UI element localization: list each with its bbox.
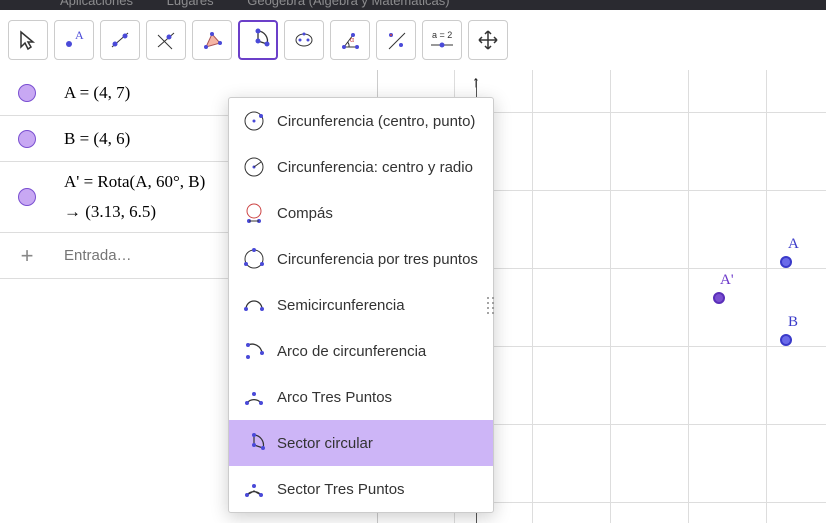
visibility-toggle[interactable] xyxy=(18,84,36,102)
perp-icon xyxy=(155,29,177,51)
point-icon: A xyxy=(63,29,85,51)
move-tool[interactable] xyxy=(8,20,48,60)
line-icon xyxy=(109,29,131,51)
dropdown-drag-handle[interactable] xyxy=(487,290,501,320)
topbar-title: Geogebra (Álgebra y Matemáticas) xyxy=(247,0,449,8)
svg-text:a = 2: a = 2 xyxy=(432,30,452,40)
menu-item-label: Arco Tres Puntos xyxy=(277,389,392,406)
menu-item-circle-three-points[interactable]: Circunferencia por tres puntos xyxy=(229,236,493,282)
polygon-icon xyxy=(201,29,223,51)
move-view-icon xyxy=(477,29,499,51)
point-tool[interactable]: A xyxy=(54,20,94,60)
menu-item-label: Circunferencia: centro y radio xyxy=(277,159,473,176)
menu-item-label: Circunferencia (centro, punto) xyxy=(277,113,475,130)
topbar-places[interactable]: Lugares xyxy=(167,0,214,8)
menu-item-label: Sector Tres Puntos xyxy=(277,481,405,498)
sector-three-points-icon xyxy=(241,476,267,502)
menu-item-label: Arco de circunferencia xyxy=(277,343,426,360)
add-button[interactable]: + xyxy=(0,243,54,269)
angle-icon: α xyxy=(339,29,361,51)
reflect-icon xyxy=(385,29,407,51)
menu-item-label: Semicircunferencia xyxy=(277,297,405,314)
ellipse-tool[interactable] xyxy=(284,20,324,60)
topbar-apps[interactable]: Aplicaciones xyxy=(60,0,133,8)
menu-item-sector[interactable]: Sector circular xyxy=(229,420,493,466)
cursor-icon xyxy=(17,29,39,51)
arc-icon xyxy=(241,338,267,364)
point-b[interactable] xyxy=(780,334,792,346)
ellipse-icon xyxy=(293,29,315,51)
circle-center-point-icon xyxy=(241,108,267,134)
visibility-toggle[interactable] xyxy=(18,188,36,206)
polygon-tool[interactable] xyxy=(192,20,232,60)
slider-tool[interactable]: a = 2 xyxy=(422,20,462,60)
svg-text:A: A xyxy=(75,29,84,42)
point-b-label: B xyxy=(788,314,798,331)
menu-item-circle-center-point[interactable]: Circunferencia (centro, punto) xyxy=(229,98,493,144)
line-tool[interactable] xyxy=(100,20,140,60)
point-a-label: A xyxy=(788,236,799,253)
menu-item-label: Circunferencia por tres puntos xyxy=(277,251,478,268)
system-topbar: Aplicaciones Lugares Geogebra (Álgebra y… xyxy=(0,0,826,10)
perpendicular-tool[interactable] xyxy=(146,20,186,60)
compass-icon xyxy=(241,200,267,226)
circle-three-points-icon xyxy=(241,246,267,272)
toolbar: A α a = 2 xyxy=(0,10,826,70)
menu-item-semicircle[interactable]: Semicircunferencia xyxy=(229,282,493,328)
y-axis-arrow: ↑ xyxy=(472,74,480,92)
semicircle-icon xyxy=(241,292,267,318)
menu-item-label: Compás xyxy=(277,205,333,222)
circle-center-radius-icon xyxy=(241,154,267,180)
transform-tool[interactable] xyxy=(376,20,416,60)
point-a[interactable] xyxy=(780,256,792,268)
angle-tool[interactable]: α xyxy=(330,20,370,60)
menu-item-arc[interactable]: Arco de circunferencia xyxy=(229,328,493,374)
circle-tool[interactable] xyxy=(238,20,278,60)
visibility-toggle[interactable] xyxy=(18,130,36,148)
menu-item-arc-three-points[interactable]: Arco Tres Puntos xyxy=(229,374,493,420)
menu-item-label: Sector circular xyxy=(277,435,373,452)
circle-tool-dropdown: Circunferencia (centro, punto) Circunfer… xyxy=(228,97,494,513)
point-a-prime[interactable] xyxy=(713,292,725,304)
sector-icon xyxy=(245,27,271,53)
sector-icon xyxy=(241,430,267,456)
move-view-tool[interactable] xyxy=(468,20,508,60)
arc-three-points-icon xyxy=(241,384,267,410)
point-a-prime-label: A' xyxy=(720,272,734,289)
svg-text:α: α xyxy=(350,37,354,44)
menu-item-compass[interactable]: Compás xyxy=(229,190,493,236)
menu-item-circle-center-radius[interactable]: Circunferencia: centro y radio xyxy=(229,144,493,190)
slider-icon: a = 2 xyxy=(427,29,457,51)
menu-item-sector-three-points[interactable]: Sector Tres Puntos xyxy=(229,466,493,512)
